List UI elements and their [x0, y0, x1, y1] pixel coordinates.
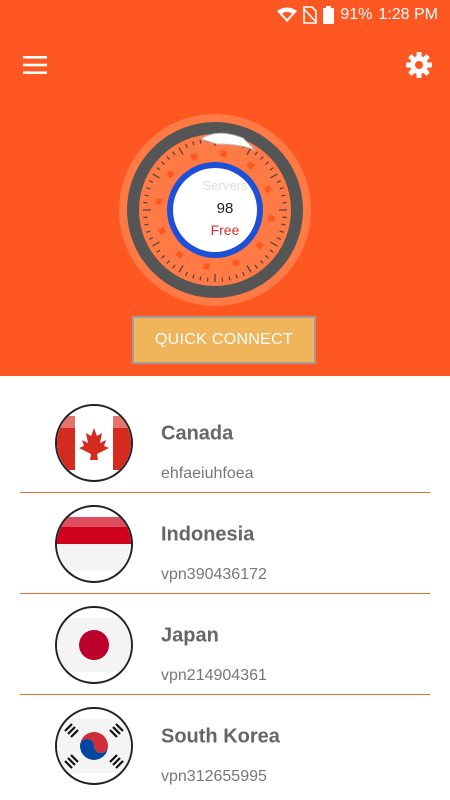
server-name: vpn214904361 — [161, 667, 267, 684]
menu-button[interactable] — [18, 48, 52, 82]
settings-button[interactable] — [402, 48, 436, 82]
status-time: 1:28 PM — [378, 6, 438, 23]
gear-icon — [406, 52, 432, 78]
server-row-canada[interactable]: Canada ehfaeiuhfoea — [20, 392, 430, 493]
country-name: Indonesia — [161, 523, 255, 546]
servers-label: Servers — [202, 178, 248, 193]
country-name: Japan — [161, 624, 219, 647]
server-row-indonesia[interactable]: Indonesia vpn390436172 — [20, 493, 430, 594]
plan-label: Free — [210, 222, 240, 238]
status-bar: 91% 1:28 PM — [0, 0, 450, 32]
server-name: ehfaeiuhfoea — [161, 465, 254, 482]
server-name: vpn390436172 — [161, 566, 267, 583]
hamburger-menu-icon — [23, 56, 47, 74]
indonesia-flag-icon — [55, 505, 133, 583]
south-korea-flag-icon — [55, 707, 133, 785]
server-row-japan[interactable]: Japan vpn214904361 — [20, 594, 430, 695]
battery-icon — [323, 6, 335, 24]
no-sim-icon — [303, 6, 318, 24]
quick-connect-button[interactable]: QUICK CONNECT — [132, 316, 316, 364]
wifi-icon — [277, 7, 298, 22]
battery-percent: 91% — [340, 6, 373, 23]
canada-flag-icon — [55, 404, 133, 482]
server-row-south-korea[interactable]: South Korea vpn312655995 — [20, 695, 430, 796]
country-name: South Korea — [161, 725, 280, 748]
server-list: Canada ehfaeiuhfoea Indonesia vpn3904361… — [0, 376, 450, 800]
japan-flag-icon — [55, 606, 133, 684]
country-name: Canada — [161, 422, 234, 445]
header-area: 91% 1:28 PM Servers 98 Free QUICK CONNEC… — [0, 0, 450, 376]
servers-count: 98 — [216, 200, 234, 217]
server-name: vpn312655995 — [161, 768, 267, 785]
